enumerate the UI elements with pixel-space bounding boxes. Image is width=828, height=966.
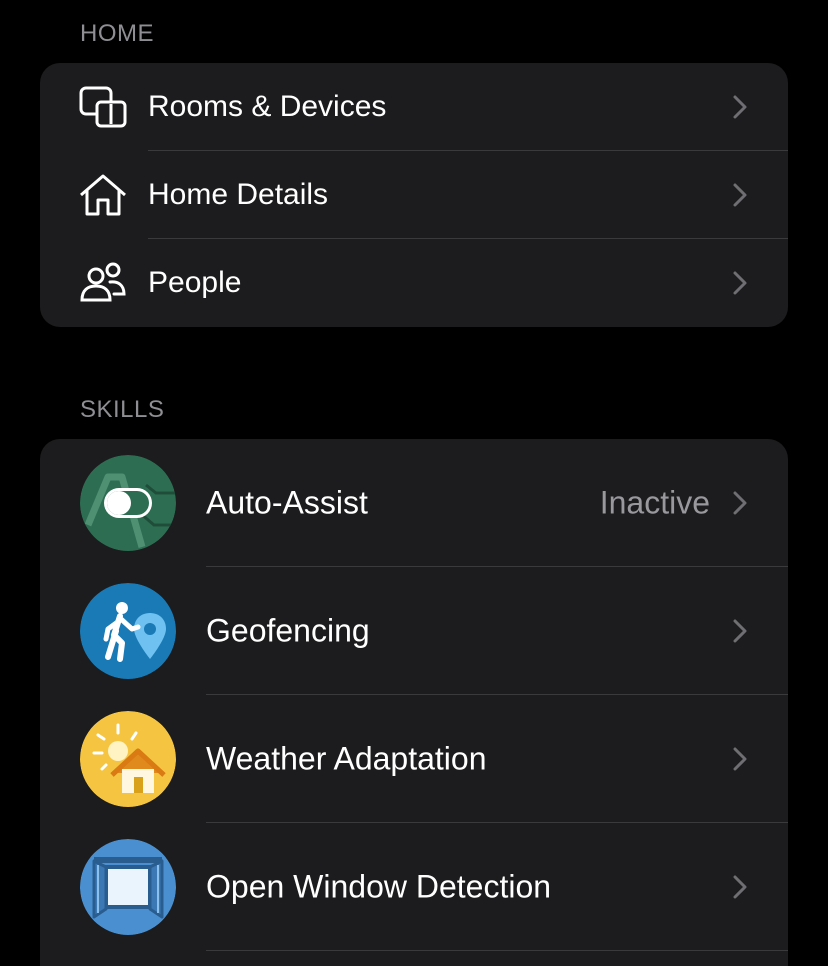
home-card: Rooms & Devices Home Details People [40,63,788,327]
home-details-label: Home Details [148,178,329,211]
chevron-right-icon [733,619,747,643]
chevron-right-icon [733,271,747,295]
skills-card: Auto-Assist Inactive Geofencing Weather … [40,439,788,966]
auto-assist-icon [80,455,176,551]
auto-assist-status: Inactive [599,484,710,521]
row-auto-assist[interactable]: Auto-Assist Inactive [40,439,788,567]
row-geofencing[interactable]: Geofencing [40,567,788,695]
row-home-details[interactable]: Home Details [40,151,788,239]
open-window-detection-label: Open Window Detection [206,868,552,905]
auto-assist-label: Auto-Assist [206,484,368,521]
rooms-devices-label: Rooms & Devices [148,90,387,123]
chevron-right-icon [733,95,747,119]
chevron-right-icon [733,747,747,771]
chevron-right-icon [733,875,747,899]
row-rooms-devices[interactable]: Rooms & Devices [40,63,788,151]
chevron-right-icon [733,491,747,515]
row-weather-adaptation[interactable]: Weather Adaptation [40,695,788,823]
house-outline-icon [78,173,128,217]
weather-adaptation-icon [80,711,176,807]
people-icon [78,261,128,305]
section-header-home: HOME [80,20,154,47]
row-people[interactable]: People [40,239,788,327]
chevron-right-icon [733,183,747,207]
people-label: People [148,266,242,299]
row-open-window-detection[interactable]: Open Window Detection [40,823,788,951]
geofencing-icon [80,583,176,679]
row-separator [206,950,788,951]
section-header-skills: SKILLS [80,396,165,423]
weather-adaptation-label: Weather Adaptation [206,740,487,777]
devices-icon [78,85,128,129]
settings-page: HOME Rooms & Devices Home Details People… [0,0,828,966]
geofencing-label: Geofencing [206,612,370,649]
open-window-icon [80,839,176,935]
